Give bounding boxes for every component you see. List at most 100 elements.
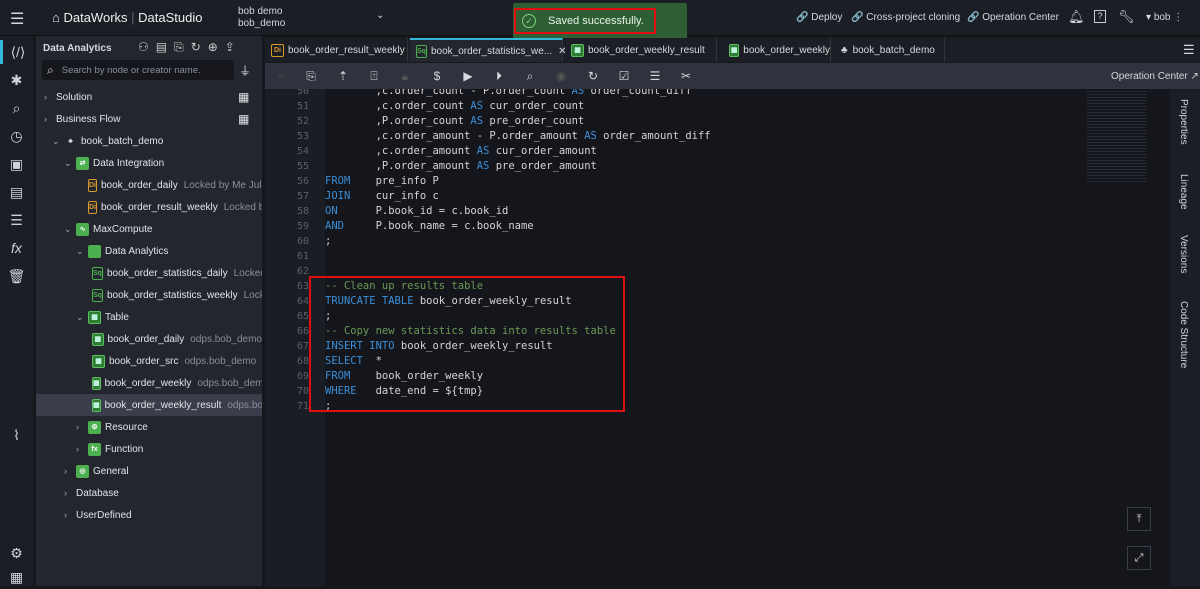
chevron-down-icon[interactable]: ⌄ bbox=[376, 10, 384, 21]
deploy-link[interactable]: 🔗 Deploy bbox=[796, 12, 842, 23]
chevron-icon[interactable]: › bbox=[44, 92, 56, 102]
minimap[interactable] bbox=[1087, 89, 1147, 184]
format-icon[interactable]: ☰ bbox=[647, 68, 663, 84]
tree-item[interactable]: ⌄ ⇄ Data Integration bbox=[36, 152, 262, 174]
versions-tab[interactable]: Versions bbox=[1178, 235, 1189, 273]
tools-icon[interactable]: ✂ bbox=[678, 68, 694, 84]
tree-item-meta: Locked bbox=[243, 289, 262, 301]
tree-item-label: book_order_src bbox=[109, 355, 179, 367]
operation-center-link[interactable]: Operation Center ↗ bbox=[1111, 71, 1199, 82]
sidebar-actions[interactable]: ⚇▤⎘↻⊕⇪ bbox=[138, 40, 242, 55]
cost-icon[interactable]: $ bbox=[429, 68, 445, 84]
tree-item[interactable]: ⌄ Data Analytics bbox=[36, 240, 262, 262]
reload-icon[interactable]: ↻ bbox=[585, 68, 601, 84]
search-input[interactable]: ⌕ Search by node or creator name. bbox=[42, 60, 234, 80]
stop-icon[interactable]: ◉ bbox=[553, 68, 569, 84]
chevron-icon[interactable]: › bbox=[76, 422, 88, 432]
tree-item[interactable]: › ◎ General bbox=[36, 460, 262, 482]
lock-icon[interactable]: 🔒︎ bbox=[397, 68, 413, 84]
chevron-icon[interactable]: ⌄ bbox=[64, 158, 76, 169]
node-type-icon bbox=[88, 244, 101, 258]
pulse-icon[interactable]: ⌇ bbox=[0, 423, 33, 447]
trash-icon[interactable]: 🗑︎ bbox=[0, 264, 33, 288]
run-with-params-icon[interactable]: ⏵ bbox=[491, 68, 507, 84]
chevron-icon[interactable]: ⌄ bbox=[76, 312, 88, 323]
chevron-icon[interactable]: › bbox=[64, 488, 76, 498]
check-icon[interactable]: ☑ bbox=[616, 68, 632, 84]
puzzle-icon[interactable]: ✱ bbox=[0, 68, 33, 92]
briefcase-icon[interactable]: ▣ bbox=[0, 152, 33, 176]
search-icon[interactable]: ⌕ bbox=[0, 96, 33, 120]
tab-book-batch-demo[interactable]: ♣ book_batch_demo bbox=[835, 38, 945, 62]
properties-tab[interactable]: Properties bbox=[1178, 99, 1189, 145]
chevron-icon[interactable]: › bbox=[64, 466, 76, 476]
menu-icon[interactable]: ☰ bbox=[10, 9, 24, 29]
tree-item[interactable]: › fx Function bbox=[36, 438, 262, 460]
tab-book-order-weekly[interactable]: ▦ book_order_weekly bbox=[723, 38, 831, 62]
cross-project-cloning-link[interactable]: 🔗 Cross-project cloning bbox=[851, 12, 960, 23]
clock-icon[interactable]: ◷ bbox=[0, 124, 33, 148]
toast-message: Saved successfully. bbox=[548, 15, 644, 27]
save-icon[interactable]: ▫ bbox=[273, 68, 289, 84]
preview-icon[interactable]: ⌕ bbox=[522, 68, 538, 84]
lineage-tab[interactable]: Lineage bbox=[1178, 174, 1189, 210]
code-line: FROM pre_info P bbox=[325, 175, 439, 187]
node-type-icon: Di bbox=[88, 178, 97, 192]
bell-icon[interactable]: 🔔︎ bbox=[1068, 9, 1085, 25]
tree-item[interactable]: Sqbook_order_statistics_weekly Locked bbox=[36, 284, 262, 306]
code-line: ON P.book_id = c.book_id bbox=[325, 205, 509, 217]
expand-icon[interactable]: ⤢ bbox=[1127, 546, 1151, 570]
submit-icon[interactable]: ⇡ bbox=[335, 68, 351, 84]
settings-icon[interactable]: ⚙ bbox=[0, 541, 33, 565]
tree-item[interactable]: › Solution ▦ bbox=[36, 86, 262, 108]
tab-book-order-statistics-weekly[interactable]: Sq book_order_statistics_we... ✕ bbox=[410, 38, 567, 62]
user-menu[interactable]: ▾ bob ⋮ bbox=[1146, 12, 1183, 23]
chevron-icon[interactable]: ⌄ bbox=[64, 224, 76, 235]
save-as-icon[interactable]: ⎘ bbox=[303, 68, 319, 84]
tree-item[interactable]: ⌄ ▦ Table bbox=[36, 306, 262, 328]
tree-item[interactable]: ⌄ ∿ MaxCompute bbox=[36, 218, 262, 240]
tree-item[interactable]: ▦ book_order_src odps.bob_demo bbox=[36, 350, 262, 372]
workspace-selector[interactable]: bob demo bob_demo bbox=[238, 6, 285, 30]
tree-item[interactable]: › Database bbox=[36, 482, 262, 504]
run-icon[interactable]: ▶ bbox=[460, 68, 476, 84]
node-type-icon: ▦ bbox=[92, 398, 101, 412]
tools-icon[interactable]: 🔧︎ bbox=[1118, 9, 1135, 25]
filter-icon[interactable]: ⏚ bbox=[239, 62, 251, 79]
tab-book-order-result-weekly[interactable]: Di book_order_result_weekly bbox=[265, 38, 408, 62]
line-number: 63 bbox=[296, 281, 309, 292]
table-icon[interactable]: ▤ bbox=[0, 180, 33, 204]
list-icon[interactable]: ☰ bbox=[0, 208, 33, 232]
tree-item[interactable]: ▦ book_order_weekly odps.bob_demo bbox=[36, 372, 262, 394]
code-editor[interactable]: 50 51 52 53 54 55 56 57 58 59 60 61 62 63 64 65 66 67 68 69… bbox=[265, 89, 1170, 586]
chevron-icon[interactable]: › bbox=[64, 510, 76, 520]
code-structure-tab[interactable]: Code Structure bbox=[1178, 301, 1189, 368]
grid-icon[interactable]: ▦ bbox=[0, 565, 33, 589]
function-icon[interactable]: fx bbox=[0, 236, 33, 260]
tree-item[interactable]: Sqbook_order_statistics_daily Locked bbox=[36, 262, 262, 284]
help-icon[interactable]: ? bbox=[1094, 10, 1106, 23]
highlight-box bbox=[309, 276, 625, 412]
tree-item[interactable]: › Business Flow ▦ bbox=[36, 108, 262, 130]
tabs-menu-icon[interactable]: ☰ bbox=[1183, 42, 1195, 58]
tab-book-order-weekly-result[interactable]: ▦ book_order_weekly_result bbox=[565, 38, 717, 62]
steal-lock-icon[interactable]: ⍐ bbox=[366, 68, 382, 84]
scroll-top-icon[interactable]: ⤒ bbox=[1127, 507, 1151, 531]
tree-item[interactable]: ▦book_order_weekly_result odps.bob_demo bbox=[36, 394, 262, 416]
tree-item[interactable]: ⌄ ♣ book_batch_demo bbox=[36, 130, 262, 152]
tree-item[interactable]: ▦ book_order_daily odps.bob_demo bbox=[36, 328, 262, 350]
tree-item-label: book_order_weekly bbox=[104, 377, 192, 389]
grid-icon[interactable]: ▦ bbox=[238, 90, 249, 104]
chevron-icon[interactable]: ⌄ bbox=[76, 246, 88, 257]
grid-icon[interactable]: ▦ bbox=[238, 112, 249, 126]
tree-item[interactable]: Di book_order_result_weekly Locked by Me bbox=[36, 196, 262, 218]
chevron-icon[interactable]: › bbox=[76, 444, 88, 454]
chevron-icon[interactable]: › bbox=[44, 114, 56, 124]
operation-center-link[interactable]: 🔗 Operation Center bbox=[967, 12, 1059, 23]
tree-item[interactable]: › UserDefined bbox=[36, 504, 262, 526]
tree-item[interactable]: Di book_order_daily Locked by Me Jul 29 bbox=[36, 174, 262, 196]
data-analytics-icon[interactable]: ⟨/⟩ bbox=[0, 40, 33, 64]
chevron-icon[interactable]: ⌄ bbox=[52, 136, 64, 147]
node-type-icon: ♣ bbox=[68, 137, 73, 145]
tree-item[interactable]: › ⚙ Resource bbox=[36, 416, 262, 438]
